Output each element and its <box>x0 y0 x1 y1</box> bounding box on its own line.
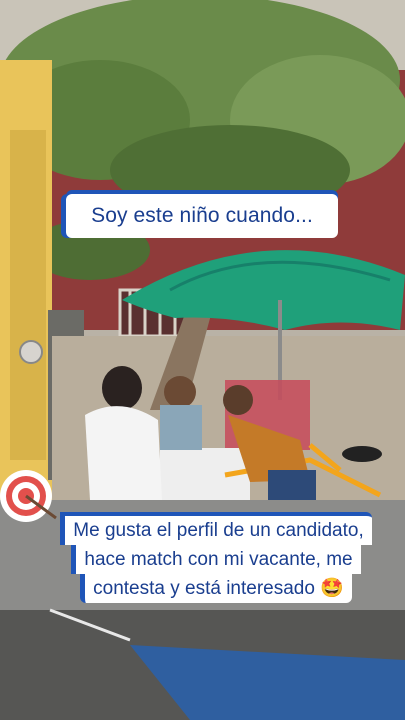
caption-line-1: Me gusta el perfil de un candidato, <box>60 512 372 545</box>
street-scene <box>0 0 405 720</box>
caption-bottom: Me gusta el perfil de un candidato, hace… <box>34 512 398 603</box>
bike-seat <box>342 446 382 462</box>
electric-meter <box>19 340 43 364</box>
caption-line-2: hace match con mi vacante, me <box>71 545 361 574</box>
wall-pillar <box>10 130 46 460</box>
caption-line-3: contesta y está interesado 🤩 <box>80 574 352 603</box>
caption-top: Soy este niño cuando... <box>66 194 338 238</box>
